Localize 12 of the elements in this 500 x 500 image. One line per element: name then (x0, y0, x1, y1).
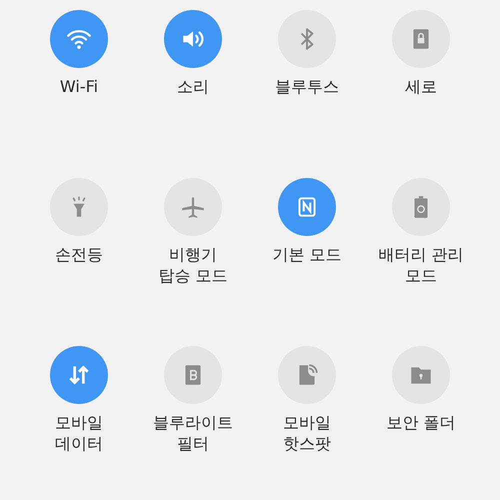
tile-label: 블루투스 (275, 76, 339, 97)
tile-label: 보안 폴더 (386, 412, 456, 433)
tile-label: 세로 (405, 76, 437, 97)
tile-label: 손전등 (55, 244, 103, 265)
tile-label: 소리 (177, 76, 209, 97)
tile-label: 모바일 핫스팟 (283, 412, 331, 454)
tile-label: 블루라이트 필터 (153, 412, 233, 454)
tile-label: Wi-Fi (60, 76, 98, 97)
tile-label: 비행기 탑승 모드 (158, 244, 228, 286)
tile-label: 기본 모드 (272, 244, 342, 265)
tile-label: 모바일 데이터 (55, 412, 103, 454)
tile-label: 배터리 관리 모드 (378, 244, 464, 286)
